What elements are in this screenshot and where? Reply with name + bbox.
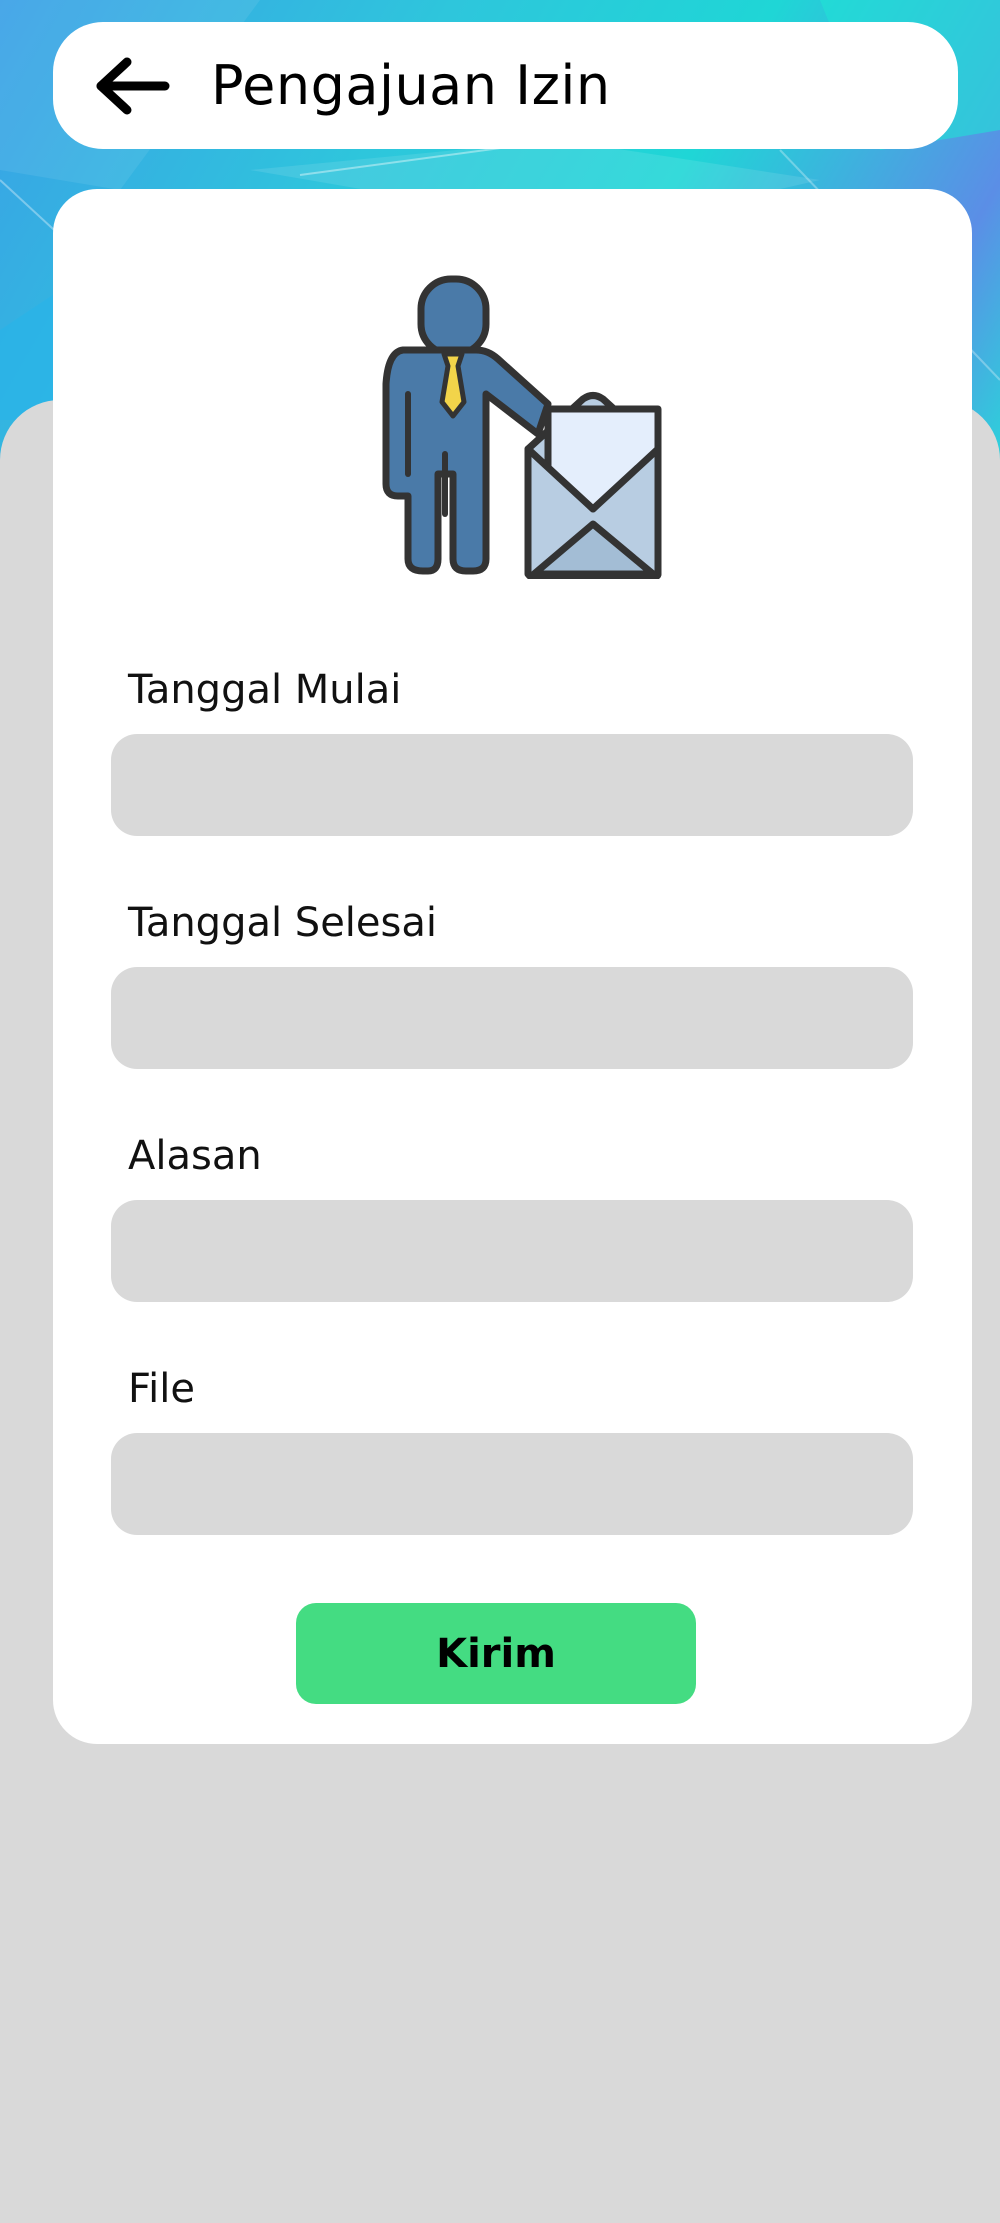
file-label: File — [128, 1366, 195, 1412]
back-button[interactable] — [86, 41, 176, 131]
end-date-input[interactable] — [111, 967, 913, 1069]
end-date-label: Tanggal Selesai — [128, 900, 437, 946]
leave-request-form: Tanggal Mulai Tanggal Selesai Alasan Fil… — [53, 189, 972, 1744]
start-date-input[interactable] — [111, 734, 913, 836]
app-header: Pengajuan Izin — [53, 22, 958, 149]
submit-button[interactable]: Kirim — [296, 1603, 696, 1704]
reason-input[interactable] — [111, 1200, 913, 1302]
file-input[interactable] — [111, 1433, 913, 1535]
person-with-envelope-icon — [348, 274, 708, 581]
start-date-label: Tanggal Mulai — [128, 667, 402, 713]
page-title: Pengajuan Izin — [211, 54, 611, 117]
screen: Pengajuan Izin Tanggal Mulai Tanggal Sel… — [0, 0, 1000, 2223]
reason-label: Alasan — [128, 1133, 262, 1179]
arrow-left-icon — [96, 57, 170, 114]
